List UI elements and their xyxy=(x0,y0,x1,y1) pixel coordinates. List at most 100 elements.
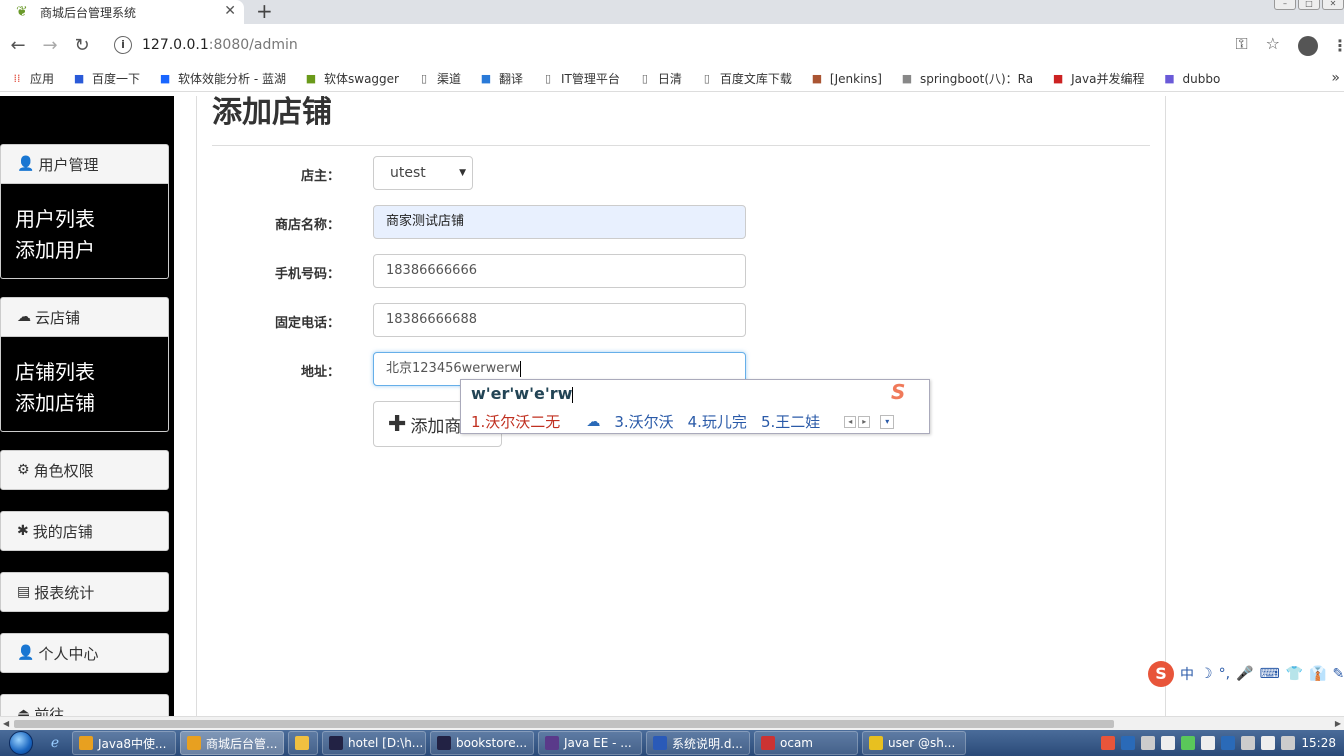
address-bar[interactable]: i 127.0.0.1:8080/admin ⚿ ☆ xyxy=(106,30,1288,60)
bookmark-item[interactable]: ■ 百度一下 xyxy=(72,70,140,87)
sidebar-item[interactable]: ⏏ 前往 xyxy=(0,694,169,716)
taskbar-item[interactable]: bookstore... xyxy=(430,731,534,755)
new-tab-button[interactable]: + xyxy=(256,0,273,22)
scroll-right-icon[interactable]: ▶ xyxy=(1335,717,1341,730)
info-icon[interactable]: i xyxy=(114,36,132,54)
bookmark-label: 软体效能分析 - 蓝湖 xyxy=(178,72,286,86)
bookmark-item[interactable]: ■ Java并发编程 xyxy=(1051,70,1145,87)
sidebar-group-title: 用户管理 xyxy=(38,155,99,174)
bookmark-item[interactable]: ■ 软体swagger xyxy=(304,70,399,87)
forward-arrow-icon[interactable]: → xyxy=(34,35,66,56)
bookmark-item[interactable]: ■ [Jenkins] xyxy=(810,72,882,86)
bookmark-item[interactable]: ■ springboot(八)：Ra xyxy=(900,70,1033,87)
bookmark-item[interactable]: ▯ IT管理平台 xyxy=(541,70,620,87)
bookmark-item[interactable]: ■ 软体效能分析 - 蓝湖 xyxy=(158,70,286,87)
sidebar-item-header[interactable]: ✱ 我的店铺 xyxy=(0,511,169,551)
taskbar-item[interactable]: 系统说明.d... xyxy=(646,731,750,755)
sidebar-link[interactable]: 添加用户 xyxy=(15,235,154,266)
ime-candidate[interactable]: 4.玩儿完 xyxy=(688,411,747,432)
taskbar-item[interactable]: Java8中使... xyxy=(72,731,176,755)
sidebar-item-header[interactable]: ⚙ 角色权限 xyxy=(0,450,169,490)
bookmark-item[interactable]: ▯ 日清 xyxy=(638,70,682,87)
taskbar-item[interactable]: 商城后台管... xyxy=(180,731,284,755)
sidebar-link[interactable]: 添加店铺 xyxy=(15,388,154,419)
tray-icon[interactable] xyxy=(1121,736,1136,750)
sidebar-link[interactable]: 用户列表 xyxy=(15,204,154,235)
tray-icon[interactable] xyxy=(1181,736,1196,750)
tray-icon[interactable] xyxy=(1201,736,1216,750)
bookmark-item[interactable]: ■ dubbo xyxy=(1162,72,1220,86)
cloud-candidate-icon[interactable]: ☁ xyxy=(586,414,600,430)
bookmark-item[interactable]: ▯ 百度文库下载 xyxy=(700,70,792,87)
phone-input[interactable]: 18386666666 xyxy=(373,254,746,288)
app-icon xyxy=(79,736,93,750)
ime-toolbar-item[interactable]: 中 xyxy=(1180,664,1194,684)
ime-candidate[interactable]: 1.沃尔沃二无 xyxy=(471,411,560,432)
ime-expand-icon[interactable]: ▾ xyxy=(880,414,895,429)
tray-icon[interactable] xyxy=(1221,736,1236,750)
sidebar-item[interactable]: ▤ 报表统计 xyxy=(0,572,169,612)
ime-candidate[interactable]: 5.王二娃 xyxy=(761,411,820,432)
tel-input[interactable]: 18386666688 xyxy=(373,303,746,337)
sidebar-item-header[interactable]: 👤 个人中心 xyxy=(0,633,169,673)
taskbar-item-label: user @sh... xyxy=(888,736,956,750)
taskbar-item[interactable]: Java EE - ... xyxy=(538,731,642,755)
ie-icon[interactable]: ℯ xyxy=(42,731,68,755)
ime-candidate[interactable]: 3.沃尔沃 xyxy=(614,411,673,432)
bookmark-label: [Jenkins] xyxy=(829,71,882,86)
ime-toolbar-item[interactable]: 🎤 xyxy=(1236,666,1253,682)
sidebar-item[interactable]: ✱ 我的店铺 xyxy=(0,511,169,551)
tray-icon[interactable] xyxy=(1261,736,1276,750)
browser-menu-icon[interactable]: ⋮ xyxy=(1332,36,1344,55)
eject-icon: ⏏ xyxy=(17,706,31,716)
clock[interactable]: 15:28 xyxy=(1301,736,1336,750)
bookmark-label: 百度文库下载 xyxy=(719,72,792,86)
scrollbar-thumb[interactable] xyxy=(14,720,1114,728)
sogou-logo-icon[interactable]: S xyxy=(1148,661,1174,687)
back-arrow-icon[interactable]: ← xyxy=(2,35,34,56)
key-icon[interactable]: ⚿ xyxy=(1235,34,1247,54)
sidebar-item-header[interactable]: ▤ 报表统计 xyxy=(0,572,169,612)
shop-name-input[interactable]: 商家测试店铺 xyxy=(373,205,746,239)
taskbar-item[interactable] xyxy=(288,731,318,755)
sidebar-group-header[interactable]: ☁ 云店铺 xyxy=(0,297,169,337)
star-icon[interactable]: ☆ xyxy=(1266,34,1280,54)
tray-icon[interactable] xyxy=(1161,736,1176,750)
ime-toolbar-item[interactable]: ☽ xyxy=(1200,666,1213,682)
tray-icon[interactable] xyxy=(1101,736,1116,750)
scroll-left-icon[interactable]: ◀ xyxy=(3,717,9,730)
tray-icon[interactable] xyxy=(1141,736,1156,750)
bookmarks-overflow-icon[interactable]: » xyxy=(1331,70,1340,86)
ime-status-bar: S 中 ☽ °, 🎤 ⌨ 👕 👔 ✎ xyxy=(1148,660,1344,688)
owner-select[interactable]: utest ▼ xyxy=(373,156,473,190)
taskbar-item[interactable]: ocam xyxy=(754,731,858,755)
close-window-button[interactable]: ✕ xyxy=(1322,0,1344,10)
sidebar-item-header[interactable]: ⏏ 前往 xyxy=(0,694,169,716)
taskbar-item[interactable]: hotel [D:\h... xyxy=(322,731,426,755)
sidebar-link[interactable]: 店铺列表 xyxy=(15,357,154,388)
tray-icon[interactable] xyxy=(1281,736,1296,750)
browser-tab-active[interactable]: ❦ 商城后台管理系统 ✕ xyxy=(0,0,244,24)
sidebar-group-header[interactable]: 👤 用户管理 xyxy=(0,144,169,184)
ime-toolbar-item[interactable]: °, xyxy=(1219,666,1230,682)
ime-toolbar-item[interactable]: 👕 xyxy=(1286,666,1303,682)
bookmark-item[interactable]: ■ 翻译 xyxy=(479,70,523,87)
ime-toolbar-item[interactable]: 👔 xyxy=(1309,666,1326,682)
bookmark-item[interactable]: ⁞⁞ 应用 xyxy=(10,70,55,87)
taskbar-item[interactable]: user @sh... xyxy=(862,731,966,755)
profile-avatar-icon[interactable] xyxy=(1298,36,1318,56)
bookmark-item[interactable]: ▯ 渠道 xyxy=(417,70,461,87)
ime-next-page-icon[interactable]: ▸ xyxy=(858,415,871,428)
tab-close-icon[interactable]: ✕ xyxy=(224,3,236,19)
sidebar-item[interactable]: 👤 个人中心 xyxy=(0,633,169,673)
start-button[interactable] xyxy=(0,730,42,756)
ime-toolbar-item[interactable]: ⌨ xyxy=(1259,666,1279,682)
ime-toolbar-item[interactable]: ✎ xyxy=(1333,666,1344,682)
ime-prev-page-icon[interactable]: ◂ xyxy=(844,415,857,428)
reload-icon[interactable]: ↻ xyxy=(66,35,98,56)
minimize-button[interactable]: – xyxy=(1274,0,1296,10)
maximize-button[interactable]: □ xyxy=(1298,0,1320,10)
sidebar-item[interactable]: ⚙ 角色权限 xyxy=(0,450,169,490)
tray-icon[interactable] xyxy=(1241,736,1256,750)
horizontal-scrollbar[interactable]: ◀ ▶ xyxy=(0,716,1344,730)
